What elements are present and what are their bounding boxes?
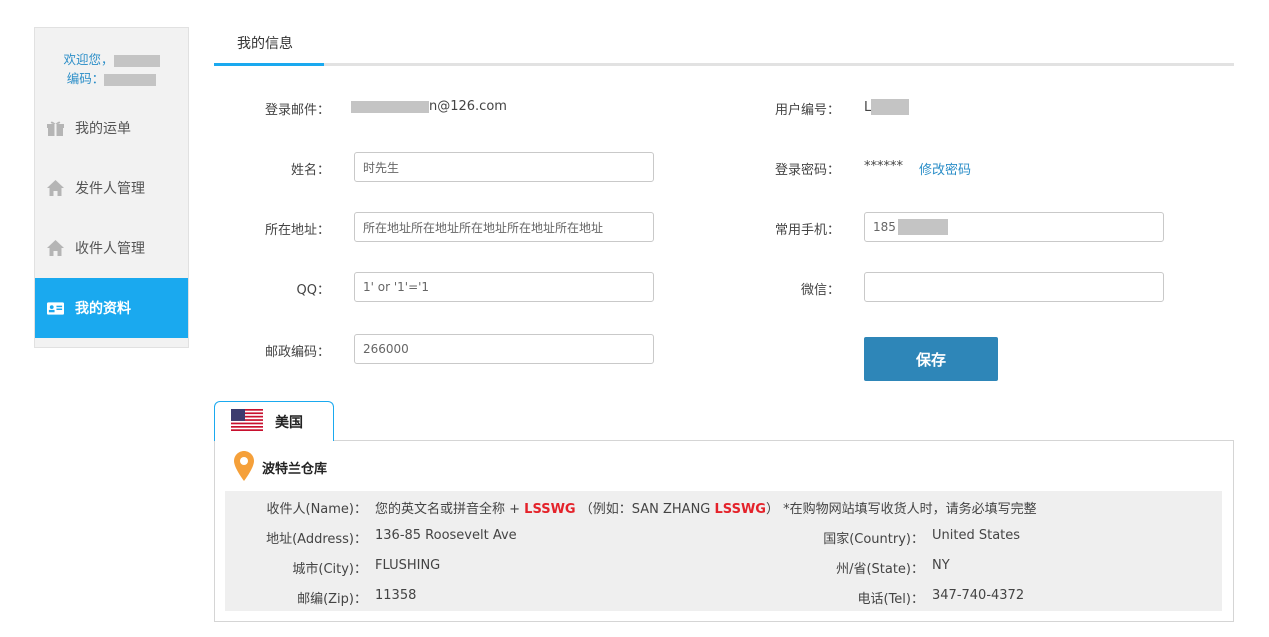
recipient-label: 收件人(Name)： [266,502,368,517]
sidebar-item-my-waybills[interactable]: 我的运单 [35,98,188,158]
country-label: 国家(Country)： [823,532,924,547]
location-pin-icon [234,451,254,485]
phone-input[interactable]: 185 [864,212,1164,242]
state-label: 州/省(State)： [836,562,924,577]
qq-label: QQ： [296,283,330,298]
zip-code-label: 邮编(Zip)： [297,592,367,607]
phone-label: 常用手机： [774,223,840,238]
recipient-instructions: 您的英文名或拼音全称 + LSSWG （例如：SAN ZHANG LSSWG） … [375,498,1037,517]
welcome-block: 欢迎您， 编码： [35,50,188,88]
sidebar: 欢迎您， 编码： 我的运单 发件人管理 收件人管理 我的资料 [34,27,189,348]
example-pre: （例如：SAN ZHANG [579,502,711,517]
phone-prefix: 185 [873,220,896,234]
sidebar-item-label: 我的资料 [75,301,131,317]
zip-input[interactable]: 266000 [354,334,654,364]
recipient-code: LSSWG [524,502,576,517]
save-button[interactable]: 保存 [864,337,998,381]
sidebar-item-my-profile[interactable]: 我的资料 [35,278,188,338]
name-input[interactable]: 时先生 [354,152,654,182]
sidebar-item-recipient-management[interactable]: 收件人管理 [35,218,188,278]
redacted-phone [897,219,948,235]
sidebar-item-sender-management[interactable]: 发件人管理 [35,158,188,218]
example-post: ） [765,502,779,517]
address-label: 地址(Address)： [266,532,367,547]
redacted-username [113,54,160,67]
home-icon [47,180,64,197]
code-label: 编码： [66,71,105,86]
email-value: n@126.com [351,99,507,114]
warehouse-name: 波特兰仓库 [262,462,328,477]
address-label: 所在地址： [264,223,330,238]
us-flag-icon [231,408,263,435]
email-suffix: n@126.com [429,99,507,114]
city-label: 城市(City)： [292,562,367,577]
state-value: NY [932,558,950,573]
wechat-label: 微信： [800,283,840,298]
tel-label: 电话(Tel)： [857,592,925,607]
qq-input[interactable]: 1' or '1'='1 [354,272,654,302]
recipient-pre: 您的英文名或拼音全称 + [375,502,521,517]
address-input[interactable]: 所在地址所在地址所在地址所在地址所在地址 [354,212,654,242]
redacted-email [351,100,429,113]
gift-icon [47,120,64,137]
country-value: United States [932,528,1021,543]
user-id-label: 用户编号： [774,103,840,118]
tab-active-indicator [214,63,324,66]
redacted-user-id [871,99,910,115]
tab-country-usa[interactable]: 美国 [214,401,334,441]
welcome-label: 欢迎您， [63,52,114,67]
tel-value: 347-740-4372 [932,588,1025,603]
redacted-code [104,73,157,86]
id-card-icon [47,300,64,317]
sidebar-item-label: 收件人管理 [75,241,145,257]
country-name: 美国 [275,414,303,431]
email-label: 登录邮件： [264,103,330,118]
name-label: 姓名： [290,163,330,178]
example-code: LSSWG [714,502,766,517]
user-id-prefix: L [864,99,872,115]
change-password-link[interactable]: 修改密码 [919,159,971,178]
sidebar-item-label: 我的运单 [75,121,131,137]
recipient-note: *在购物网站填写收货人时，请务必填写完整 [783,502,1037,517]
zip-label: 邮政编码： [264,345,330,360]
city-value: FLUSHING [375,558,441,573]
home-icon [47,240,64,257]
tab-my-info[interactable]: 我的信息 [237,33,293,53]
password-label: 登录密码： [774,163,840,178]
sidebar-item-label: 发件人管理 [75,181,145,197]
zip-code-value: 11358 [375,588,417,603]
wechat-input[interactable] [864,272,1164,302]
password-value: ****** [864,159,903,174]
tab-underline [214,63,1234,66]
user-id-value: L [864,99,910,115]
address-value: 136-85 Roosevelt Ave [375,528,517,543]
